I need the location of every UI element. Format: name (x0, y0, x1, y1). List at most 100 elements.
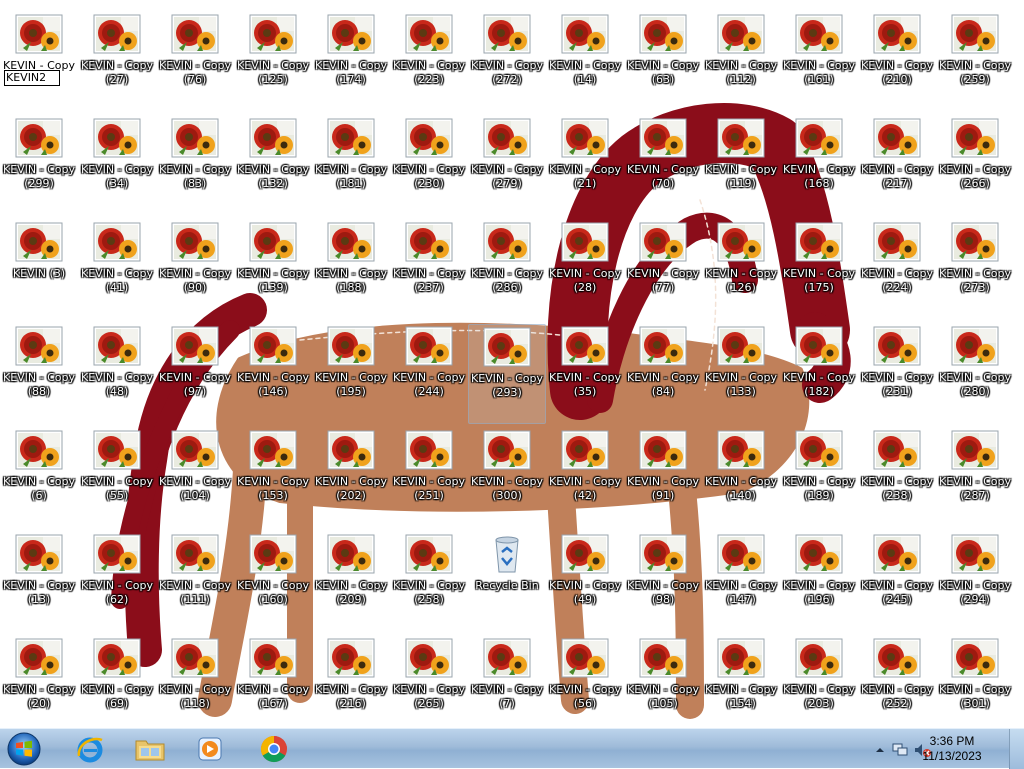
desktop-icon[interactable]: KEVIN - Copy (20) (0, 636, 78, 736)
desktop-icon[interactable]: KEVIN - Copy (98) (624, 532, 702, 632)
desktop-icon[interactable]: KEVIN - Copy (196) (780, 532, 858, 632)
desktop-icon[interactable]: KEVIN - Copy (125) (234, 12, 312, 112)
taskbar-file-explorer[interactable] (124, 731, 176, 767)
desktop-icon[interactable]: KEVIN - Copy (139) (234, 220, 312, 320)
desktop-icon[interactable]: KEVIN - Copy (167) (234, 636, 312, 736)
desktop-icon[interactable]: KEVIN - Copy (104) (156, 428, 234, 528)
desktop-icon[interactable]: KEVIN - Copy (69) (78, 636, 156, 736)
desktop-icon[interactable]: KEVIN - Copy (181) (312, 116, 390, 216)
desktop-icon[interactable]: KEVIN - Copy (21) (546, 116, 624, 216)
desktop-icon[interactable]: KEVIN - Copy (238) (858, 428, 936, 528)
desktop-icon[interactable]: KEVIN - Copy (299) (0, 116, 78, 216)
desktop-icon[interactable]: KEVIN - Copy (174) (312, 12, 390, 112)
desktop-icon[interactable]: KEVIN - Copy (209) (312, 532, 390, 632)
desktop-icon[interactable]: KEVIN - Copy (259) (936, 12, 1014, 112)
desktop-icon[interactable]: KEVIN - Copy (175) (780, 220, 858, 320)
desktop-icon[interactable]: KEVIN - Copy (161) (780, 12, 858, 112)
desktop-icon[interactable]: KEVIN - Copy (293) (468, 324, 546, 424)
desktop-icon[interactable]: KEVIN - Copy (27) (78, 12, 156, 112)
desktop-icon[interactable]: KEVIN - Copy (147) (702, 532, 780, 632)
desktop-icon[interactable]: KEVIN - Copy (272) (468, 12, 546, 112)
desktop-icon[interactable]: KEVIN - Copy (195) (312, 324, 390, 424)
desktop-icon[interactable]: KEVIN - Copy (118) (156, 636, 234, 736)
taskbar-chrome[interactable] (248, 731, 300, 767)
desktop-icon[interactable]: KEVIN - Copy (7) (468, 636, 546, 736)
desktop-icon[interactable]: KEVIN - Copy (153) (234, 428, 312, 528)
desktop-icon[interactable]: KEVIN - Copy (300) (468, 428, 546, 528)
desktop-icon[interactable]: KEVIN - Copy (14) (546, 12, 624, 112)
desktop-icon[interactable]: KEVIN - Copy (105) (624, 636, 702, 736)
show-desktop-button[interactable] (1009, 729, 1024, 769)
desktop-icon[interactable]: KEVIN - Copy (287) (936, 428, 1014, 528)
clock[interactable]: 3:36 PM 11/13/2023 (912, 734, 992, 764)
desktop-icon[interactable]: KEVIN - Copy (91) (624, 428, 702, 528)
desktop-icon[interactable]: KEVIN - Copy (56) (546, 636, 624, 736)
desktop-icon[interactable]: KEVIN - Copy (70) (624, 116, 702, 216)
desktop-icon[interactable]: KEVIN - Copy (279) (468, 116, 546, 216)
desktop-icon[interactable]: KEVIN - Copy (48) (78, 324, 156, 424)
desktop-icon[interactable]: KEVIN - Copy (217) (858, 116, 936, 216)
desktop-icon[interactable]: KEVIN - Copy (294) (936, 532, 1014, 632)
desktop-icon[interactable]: KEVIN - Copy (84) (624, 324, 702, 424)
desktop-icon[interactable]: KEVIN - Copy (35) (546, 324, 624, 424)
desktop-icon[interactable]: KEVIN - Copy (42) (546, 428, 624, 528)
desktop-icon[interactable]: KEVIN - Copy (88) (0, 324, 78, 424)
desktop-icon[interactable]: KEVIN - Copy (252) (858, 636, 936, 736)
desktop-icon[interactable]: KEVIN - Copy (216) (312, 636, 390, 736)
desktop-icon[interactable]: KEVIN - Copy (251) (390, 428, 468, 528)
desktop-icon[interactable]: KEVIN - Copy (55) (78, 428, 156, 528)
desktop-icon[interactable]: KEVIN - Copy (304) KEVIN2 (0, 12, 78, 112)
desktop-icon[interactable]: KEVIN - Copy (266) (936, 116, 1014, 216)
desktop-icon[interactable]: KEVIN - Copy (28) (546, 220, 624, 320)
desktop-icon[interactable]: KEVIN - Copy (63) (624, 12, 702, 112)
show-hidden-icons-icon[interactable] (872, 742, 888, 758)
desktop-icon[interactable]: KEVIN - Copy (111) (156, 532, 234, 632)
desktop-icon[interactable]: KEVIN - Copy (6) (0, 428, 78, 528)
desktop-icon[interactable]: KEVIN - Copy (119) (702, 116, 780, 216)
desktop-icon[interactable]: KEVIN - Copy (182) (780, 324, 858, 424)
desktop-icon[interactable]: KEVIN - Copy (49) (546, 532, 624, 632)
desktop-icon[interactable]: KEVIN - Copy (160) (234, 532, 312, 632)
start-button[interactable] (4, 730, 44, 768)
desktop-icon[interactable]: KEVIN - Copy (34) (78, 116, 156, 216)
desktop-icon[interactable]: KEVIN - Copy (126) (702, 220, 780, 320)
desktop-icon[interactable]: KEVIN - Copy (132) (234, 116, 312, 216)
desktop-icon-recycle-bin[interactable]: Recycle Bin (468, 532, 546, 632)
desktop-icon[interactable]: KEVIN - Copy (244) (390, 324, 468, 424)
taskbar-internet-explorer[interactable] (64, 731, 116, 767)
desktop-icon[interactable]: KEVIN - Copy (83) (156, 116, 234, 216)
desktop-icon[interactable]: KEVIN - Copy (273) (936, 220, 1014, 320)
network-icon[interactable] (892, 742, 908, 758)
desktop-icon[interactable]: KEVIN - Copy (202) (312, 428, 390, 528)
desktop-icon[interactable]: KEVIN - Copy (286) (468, 220, 546, 320)
desktop-icon[interactable]: KEVIN - Copy (280) (936, 324, 1014, 424)
desktop-icon[interactable]: KEVIN - Copy (133) (702, 324, 780, 424)
desktop-icon[interactable]: KEVIN (3) (0, 220, 78, 320)
desktop-icon[interactable]: KEVIN - Copy (189) (780, 428, 858, 528)
desktop-icon[interactable]: KEVIN - Copy (140) (702, 428, 780, 528)
desktop-icon[interactable]: KEVIN - Copy (231) (858, 324, 936, 424)
taskbar-media-player[interactable] (184, 731, 236, 767)
desktop-icon[interactable]: KEVIN - Copy (258) (390, 532, 468, 632)
desktop-icon[interactable]: KEVIN - Copy (112) (702, 12, 780, 112)
desktop-icon[interactable]: KEVIN - Copy (62) (78, 532, 156, 632)
desktop-icon[interactable]: KEVIN - Copy (168) (780, 116, 858, 216)
desktop-icon[interactable]: KEVIN - Copy (90) (156, 220, 234, 320)
desktop-icon[interactable]: KEVIN - Copy (13) (0, 532, 78, 632)
desktop-icon[interactable]: KEVIN - Copy (76) (156, 12, 234, 112)
desktop-icon[interactable]: KEVIN - Copy (77) (624, 220, 702, 320)
desktop-icon[interactable]: KEVIN - Copy (154) (702, 636, 780, 736)
desktop-icon[interactable]: KEVIN - Copy (188) (312, 220, 390, 320)
desktop-icon[interactable]: KEVIN - Copy (41) (78, 220, 156, 320)
desktop-icon[interactable]: KEVIN - Copy (203) (780, 636, 858, 736)
desktop-icon[interactable]: KEVIN - Copy (224) (858, 220, 936, 320)
desktop-icon[interactable]: KEVIN - Copy (245) (858, 532, 936, 632)
rename-input[interactable]: KEVIN2 (4, 70, 60, 86)
desktop-icon[interactable]: KEVIN - Copy (97) (156, 324, 234, 424)
desktop-icon[interactable]: KEVIN - Copy (223) (390, 12, 468, 112)
desktop-icon[interactable]: KEVIN - Copy (210) (858, 12, 936, 112)
desktop-icon[interactable]: KEVIN - Copy (230) (390, 116, 468, 216)
desktop-icon[interactable]: KEVIN - Copy (237) (390, 220, 468, 320)
desktop-icon[interactable]: KEVIN - Copy (146) (234, 324, 312, 424)
desktop-icon[interactable]: KEVIN - Copy (301) (936, 636, 1014, 736)
